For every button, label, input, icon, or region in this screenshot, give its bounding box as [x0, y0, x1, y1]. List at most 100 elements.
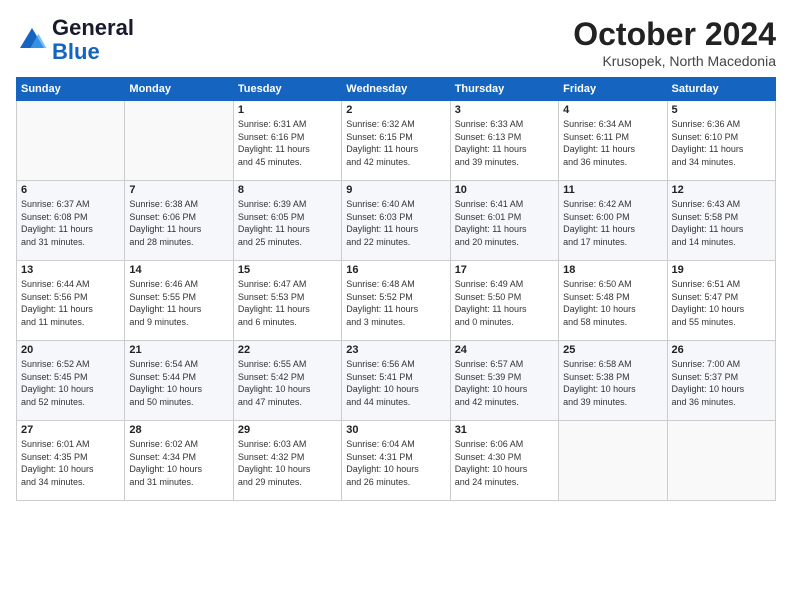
- weekday-header: Tuesday: [233, 78, 341, 101]
- day-number: 19: [672, 264, 771, 276]
- calendar-cell: 3 Sunrise: 6:33 AM Sunset: 6:13 PM Daylig…: [450, 101, 558, 181]
- day-number: 25: [563, 344, 662, 356]
- calendar-cell: 13 Sunrise: 6:44 AM Sunset: 5:56 PM Dayli…: [17, 261, 125, 341]
- day-info: Sunrise: 6:49 AM Sunset: 5:50 PM Dayligh…: [455, 278, 554, 328]
- calendar-cell: 19 Sunrise: 6:51 AM Sunset: 5:47 PM Dayli…: [667, 261, 775, 341]
- calendar-cell: 9Sunrise: 6:40 AM Sunset: 6:03 PM Daylig…: [342, 181, 450, 261]
- logo-icon: [16, 24, 48, 56]
- calendar-week-row: 13 Sunrise: 6:44 AM Sunset: 5:56 PM Dayli…: [17, 261, 776, 341]
- day-info: Sunrise: 6:38 AM Sunset: 6:06 PM Dayligh…: [129, 198, 228, 248]
- logo-blue: Blue: [52, 39, 100, 64]
- calendar-cell: 30Sunrise: 6:04 AM Sunset: 4:31 PM Dayli…: [342, 421, 450, 501]
- calendar-cell: 22Sunrise: 6:55 AM Sunset: 5:42 PM Dayli…: [233, 341, 341, 421]
- day-number: 28: [129, 424, 228, 436]
- calendar-cell: 27 Sunrise: 6:01 AM Sunset: 4:35 PM Dayli…: [17, 421, 125, 501]
- calendar-cell: 16Sunrise: 6:48 AM Sunset: 5:52 PM Dayli…: [342, 261, 450, 341]
- calendar-cell: 21Sunrise: 6:54 AM Sunset: 5:44 PM Dayli…: [125, 341, 233, 421]
- day-info: Sunrise: 6:04 AM Sunset: 4:31 PM Dayligh…: [346, 438, 445, 488]
- calendar-table: SundayMondayTuesdayWednesdayThursdayFrid…: [16, 77, 776, 501]
- day-info: Sunrise: 7:00 AM Sunset: 5:37 PM Dayligh…: [672, 358, 771, 408]
- day-info: Sunrise: 6:50 AM Sunset: 5:48 PM Dayligh…: [563, 278, 662, 328]
- day-number: 27: [21, 424, 120, 436]
- day-info: Sunrise: 6:37 AM Sunset: 6:08 PM Dayligh…: [21, 198, 120, 248]
- day-number: 24: [455, 344, 554, 356]
- day-info: Sunrise: 6:31 AM Sunset: 6:16 PM Dayligh…: [238, 118, 337, 168]
- calendar-cell: 29Sunrise: 6:03 AM Sunset: 4:32 PM Dayli…: [233, 421, 341, 501]
- day-info: Sunrise: 6:06 AM Sunset: 4:30 PM Dayligh…: [455, 438, 554, 488]
- calendar-cell: 14Sunrise: 6:46 AM Sunset: 5:55 PM Dayli…: [125, 261, 233, 341]
- day-number: 14: [129, 264, 228, 276]
- day-info: Sunrise: 6:56 AM Sunset: 5:41 PM Dayligh…: [346, 358, 445, 408]
- day-info: Sunrise: 6:58 AM Sunset: 5:38 PM Dayligh…: [563, 358, 662, 408]
- day-number: 18: [563, 264, 662, 276]
- day-info: Sunrise: 6:34 AM Sunset: 6:11 PM Dayligh…: [563, 118, 662, 168]
- logo: General Blue: [16, 16, 134, 64]
- weekday-header: Thursday: [450, 78, 558, 101]
- calendar-cell: 18 Sunrise: 6:50 AM Sunset: 5:48 PM Dayli…: [559, 261, 667, 341]
- day-number: 6: [21, 184, 120, 196]
- weekday-header: Wednesday: [342, 78, 450, 101]
- day-number: 20: [21, 344, 120, 356]
- day-info: Sunrise: 6:42 AM Sunset: 6:00 PM Dayligh…: [563, 198, 662, 248]
- weekday-header: Monday: [125, 78, 233, 101]
- day-info: Sunrise: 6:36 AM Sunset: 6:10 PM Dayligh…: [672, 118, 771, 168]
- header: General Blue October 2024 Krusopek, Nort…: [16, 16, 776, 69]
- calendar-week-row: 1 Sunrise: 6:31 AM Sunset: 6:16 PM Daylig…: [17, 101, 776, 181]
- calendar-cell: 12Sunrise: 6:43 AM Sunset: 5:58 PM Dayli…: [667, 181, 775, 261]
- location-title: Krusopek, North Macedonia: [573, 53, 776, 69]
- day-number: 15: [238, 264, 337, 276]
- day-number: 13: [21, 264, 120, 276]
- calendar-cell: 7 Sunrise: 6:38 AM Sunset: 6:06 PM Daylig…: [125, 181, 233, 261]
- month-title: October 2024: [573, 16, 776, 53]
- calendar-cell: 2 Sunrise: 6:32 AM Sunset: 6:15 PM Daylig…: [342, 101, 450, 181]
- calendar-cell: [125, 101, 233, 181]
- day-number: 1: [238, 104, 337, 116]
- day-number: 3: [455, 104, 554, 116]
- calendar-week-row: 20 Sunrise: 6:52 AM Sunset: 5:45 PM Dayli…: [17, 341, 776, 421]
- calendar-cell: 25 Sunrise: 6:58 AM Sunset: 5:38 PM Dayli…: [559, 341, 667, 421]
- day-info: Sunrise: 6:47 AM Sunset: 5:53 PM Dayligh…: [238, 278, 337, 328]
- day-number: 16: [346, 264, 445, 276]
- day-number: 4: [563, 104, 662, 116]
- calendar-week-row: 27 Sunrise: 6:01 AM Sunset: 4:35 PM Dayli…: [17, 421, 776, 501]
- day-number: 23: [346, 344, 445, 356]
- calendar-cell: 1 Sunrise: 6:31 AM Sunset: 6:16 PM Daylig…: [233, 101, 341, 181]
- calendar-cell: [559, 421, 667, 501]
- day-info: Sunrise: 6:32 AM Sunset: 6:15 PM Dayligh…: [346, 118, 445, 168]
- day-number: 29: [238, 424, 337, 436]
- calendar-cell: 4 Sunrise: 6:34 AM Sunset: 6:11 PM Daylig…: [559, 101, 667, 181]
- calendar-week-row: 6 Sunrise: 6:37 AM Sunset: 6:08 PM Daylig…: [17, 181, 776, 261]
- day-info: Sunrise: 6:41 AM Sunset: 6:01 PM Dayligh…: [455, 198, 554, 248]
- day-info: Sunrise: 6:01 AM Sunset: 4:35 PM Dayligh…: [21, 438, 120, 488]
- day-number: 2: [346, 104, 445, 116]
- day-info: Sunrise: 6:02 AM Sunset: 4:34 PM Dayligh…: [129, 438, 228, 488]
- header-row: SundayMondayTuesdayWednesdayThursdayFrid…: [17, 78, 776, 101]
- calendar-cell: 23 Sunrise: 6:56 AM Sunset: 5:41 PM Dayli…: [342, 341, 450, 421]
- day-number: 11: [563, 184, 662, 196]
- title-block: October 2024 Krusopek, North Macedonia: [573, 16, 776, 69]
- day-number: 21: [129, 344, 228, 356]
- day-number: 26: [672, 344, 771, 356]
- day-number: 8: [238, 184, 337, 196]
- calendar-cell: 20 Sunrise: 6:52 AM Sunset: 5:45 PM Dayli…: [17, 341, 125, 421]
- calendar-cell: [17, 101, 125, 181]
- calendar-cell: 11 Sunrise: 6:42 AM Sunset: 6:00 PM Dayli…: [559, 181, 667, 261]
- day-info: Sunrise: 6:33 AM Sunset: 6:13 PM Dayligh…: [455, 118, 554, 168]
- day-number: 22: [238, 344, 337, 356]
- day-info: Sunrise: 6:51 AM Sunset: 5:47 PM Dayligh…: [672, 278, 771, 328]
- calendar-cell: 8 Sunrise: 6:39 AM Sunset: 6:05 PM Daylig…: [233, 181, 341, 261]
- day-number: 31: [455, 424, 554, 436]
- day-info: Sunrise: 6:39 AM Sunset: 6:05 PM Dayligh…: [238, 198, 337, 248]
- weekday-header: Sunday: [17, 78, 125, 101]
- day-number: 10: [455, 184, 554, 196]
- calendar-cell: 15 Sunrise: 6:47 AM Sunset: 5:53 PM Dayli…: [233, 261, 341, 341]
- day-number: 12: [672, 184, 771, 196]
- day-number: 7: [129, 184, 228, 196]
- calendar-cell: 28 Sunrise: 6:02 AM Sunset: 4:34 PM Dayli…: [125, 421, 233, 501]
- day-info: Sunrise: 6:44 AM Sunset: 5:56 PM Dayligh…: [21, 278, 120, 328]
- day-number: 5: [672, 104, 771, 116]
- weekday-header: Friday: [559, 78, 667, 101]
- day-info: Sunrise: 6:52 AM Sunset: 5:45 PM Dayligh…: [21, 358, 120, 408]
- calendar-cell: 10 Sunrise: 6:41 AM Sunset: 6:01 PM Dayli…: [450, 181, 558, 261]
- calendar-cell: [667, 421, 775, 501]
